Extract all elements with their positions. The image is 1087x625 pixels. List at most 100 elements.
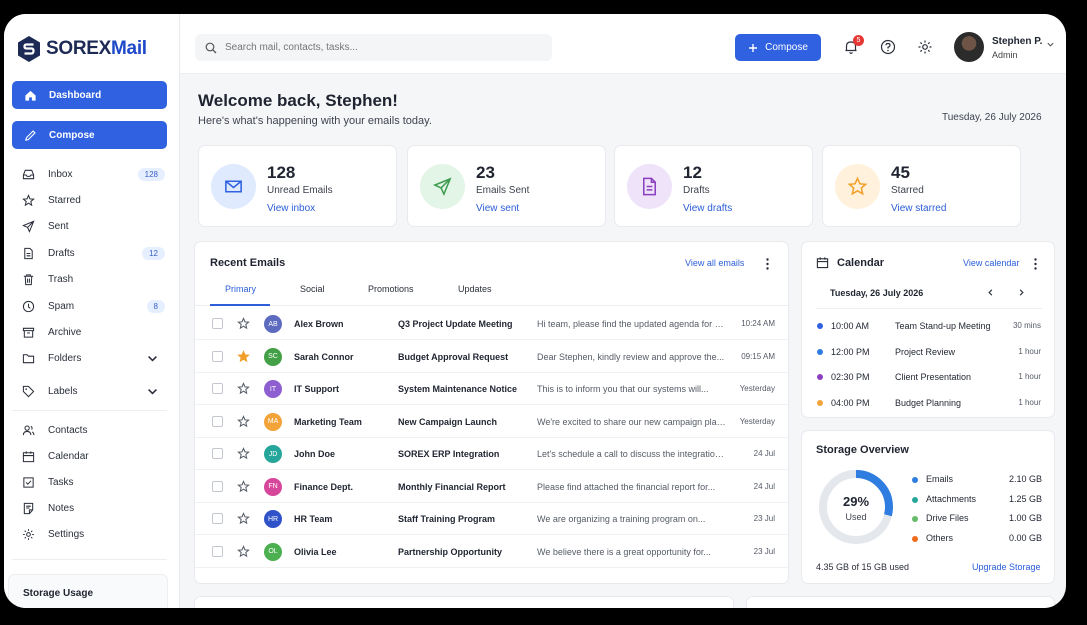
chevron-left-icon[interactable]: [986, 288, 995, 297]
email-checkbox[interactable]: [212, 350, 223, 362]
email-sender: Alex Brown: [294, 319, 344, 329]
email-checkbox[interactable]: [212, 545, 223, 557]
chevron-down-icon[interactable]: [1046, 40, 1055, 49]
sidebar-item-labels[interactable]: Labels: [12, 379, 167, 403]
gear-icon[interactable]: [917, 39, 933, 55]
tab-primary[interactable]: Primary: [225, 284, 256, 294]
legend-value: 1.25 GB: [1008, 493, 1042, 504]
star-icon[interactable]: [237, 479, 250, 493]
tab-promotions[interactable]: Promotions: [368, 284, 414, 294]
sidebar-storage-usage[interactable]: Storage Usage: [8, 574, 168, 608]
sidebar-item-tasks[interactable]: Tasks: [12, 470, 167, 494]
sidebar-item-trash[interactable]: Trash: [12, 267, 167, 291]
sidebar-item-label: Tasks: [48, 476, 74, 488]
email-preview: This is to inform you that our systems w…: [537, 384, 709, 394]
tab-social[interactable]: Social: [300, 284, 325, 294]
email-row[interactable]: OL Olivia Lee Partnership Opportunity We be…: [195, 536, 790, 568]
stat-card-starred: 45 Starred View starred: [822, 145, 1021, 227]
star-icon[interactable]: [237, 382, 250, 395]
view-sent-link[interactable]: View sent: [476, 203, 519, 214]
email-row[interactable]: SC Sarah Connor Budget Approval Request Dea…: [195, 341, 790, 373]
tab-updates[interactable]: Updates: [458, 284, 492, 294]
sidebar-item-archive[interactable]: Archive: [12, 320, 167, 344]
chevron-right-icon[interactable]: [1017, 288, 1026, 297]
view-inbox-link[interactable]: View inbox: [267, 203, 315, 214]
calendar-event[interactable]: 04:00 PM Budget Planning 1 hour: [802, 395, 1056, 415]
sidebar-item-notes[interactable]: Notes: [12, 496, 167, 520]
star-icon[interactable]: [237, 544, 250, 558]
email-row[interactable]: IT IT Support System Maintenance Notice Thi…: [195, 373, 790, 405]
page-title: Welcome back, Stephen!: [198, 91, 398, 110]
trash-icon: [23, 273, 34, 285]
stat-value: 45: [891, 163, 910, 182]
search-input[interactable]: [225, 42, 525, 53]
email-preview: We are organizing a training program on.…: [537, 514, 706, 524]
user-avatar[interactable]: [954, 32, 984, 62]
sidebar-item-label: Inbox: [48, 168, 73, 180]
sidebar-divider: [12, 410, 167, 411]
folder-icon: [22, 353, 35, 363]
sender-avatar: FN: [264, 477, 282, 496]
help-icon[interactable]: [880, 39, 896, 55]
legend-color-dot: [912, 535, 918, 542]
search-bar[interactable]: [195, 34, 552, 61]
view-starred-link[interactable]: View starred: [891, 203, 946, 214]
email-checkbox[interactable]: [212, 318, 223, 329]
sidebar-item-folders[interactable]: Folders: [12, 346, 167, 370]
email-checkbox[interactable]: [212, 415, 223, 427]
event-time: 10:00 AM: [831, 321, 870, 331]
user-name[interactable]: Stephen P.: [992, 36, 1042, 47]
email-time: Yesterday: [739, 416, 775, 426]
email-checkbox[interactable]: [212, 448, 223, 459]
compose-button[interactable]: Compose: [735, 34, 821, 61]
calendar-event[interactable]: 02:30 PM Client Presentation 1 hour: [802, 369, 1056, 389]
sidebar-item-sent[interactable]: Sent: [12, 214, 167, 238]
sidebar-item-settings[interactable]: Settings: [12, 522, 167, 546]
sidebar-item-drafts[interactable]: Drafts 12: [12, 241, 167, 265]
sidebar-item-inbox[interactable]: Inbox 128: [12, 162, 167, 186]
brand-logo[interactable]: SOREXMail: [18, 36, 147, 62]
sidebar-item-starred[interactable]: Starred: [12, 188, 167, 212]
email-subject: SOREX ERP Integration: [398, 449, 500, 459]
sidebar-dashboard-button[interactable]: Dashboard: [12, 81, 167, 109]
top-header: Compose 5 Stephen P. Admin: [180, 14, 1066, 74]
email-row[interactable]: FN Finance Dept. Monthly Financial Report P…: [195, 471, 790, 503]
email-checkbox[interactable]: [212, 383, 223, 394]
calendar-event[interactable]: 10:00 AM Team Stand-up Meeting 30 mins: [802, 318, 1056, 338]
storage-legend-item: Attachments 1.25 GB: [912, 494, 1042, 508]
email-checkbox[interactable]: [212, 480, 223, 492]
star-icon[interactable]: [237, 512, 250, 525]
star-icon[interactable]: [237, 414, 250, 428]
more-vertical-icon[interactable]: [766, 258, 769, 270]
event-color-dot: [817, 399, 823, 406]
stat-label: Starred: [891, 185, 924, 196]
sidebar-item-calendar[interactable]: Calendar: [12, 444, 167, 468]
sidebar-divider: [12, 559, 167, 560]
sidebar-item-label: Calendar: [48, 450, 89, 462]
email-subject: Monthly Financial Report: [398, 481, 506, 492]
view-calendar-link[interactable]: View calendar: [963, 258, 1019, 268]
more-vertical-icon[interactable]: [1034, 258, 1037, 270]
sidebar-item-contacts[interactable]: Contacts: [12, 418, 167, 442]
sidebar-item-spam[interactable]: Spam 8: [12, 294, 167, 318]
view-drafts-link[interactable]: View drafts: [683, 203, 732, 214]
email-preview: Please find attached the financial repor…: [537, 481, 716, 492]
email-row[interactable]: AB Alex Brown Q3 Project Update Meeting Hi …: [195, 308, 790, 340]
legend-color-dot: [912, 516, 918, 522]
sidebar-item-label: Contacts: [48, 424, 88, 436]
chevron-down-icon: [148, 355, 157, 362]
email-row[interactable]: MA Marketing Team New Campaign Launch We're…: [195, 406, 790, 438]
upgrade-storage-link[interactable]: Upgrade Storage: [972, 562, 1041, 572]
star-icon[interactable]: [237, 317, 250, 330]
star-icon[interactable]: [237, 447, 250, 460]
email-checkbox[interactable]: [212, 513, 223, 524]
calendar-event[interactable]: 12:00 PM Project Review 1 hour: [802, 344, 1056, 364]
active-tab-indicator: [210, 304, 270, 306]
email-row[interactable]: HR HR Team Staff Training Program We are or…: [195, 503, 790, 535]
email-row[interactable]: JD John Doe SOREX ERP Integration Let's sch…: [195, 438, 790, 470]
legend-value: 2.10 GB: [1008, 474, 1042, 484]
email-preview: Let's schedule a call to discuss the int…: [537, 449, 727, 459]
star-icon[interactable]: [237, 349, 250, 363]
sidebar-compose-button[interactable]: Compose: [12, 121, 167, 149]
view-all-emails-link[interactable]: View all emails: [685, 258, 744, 268]
